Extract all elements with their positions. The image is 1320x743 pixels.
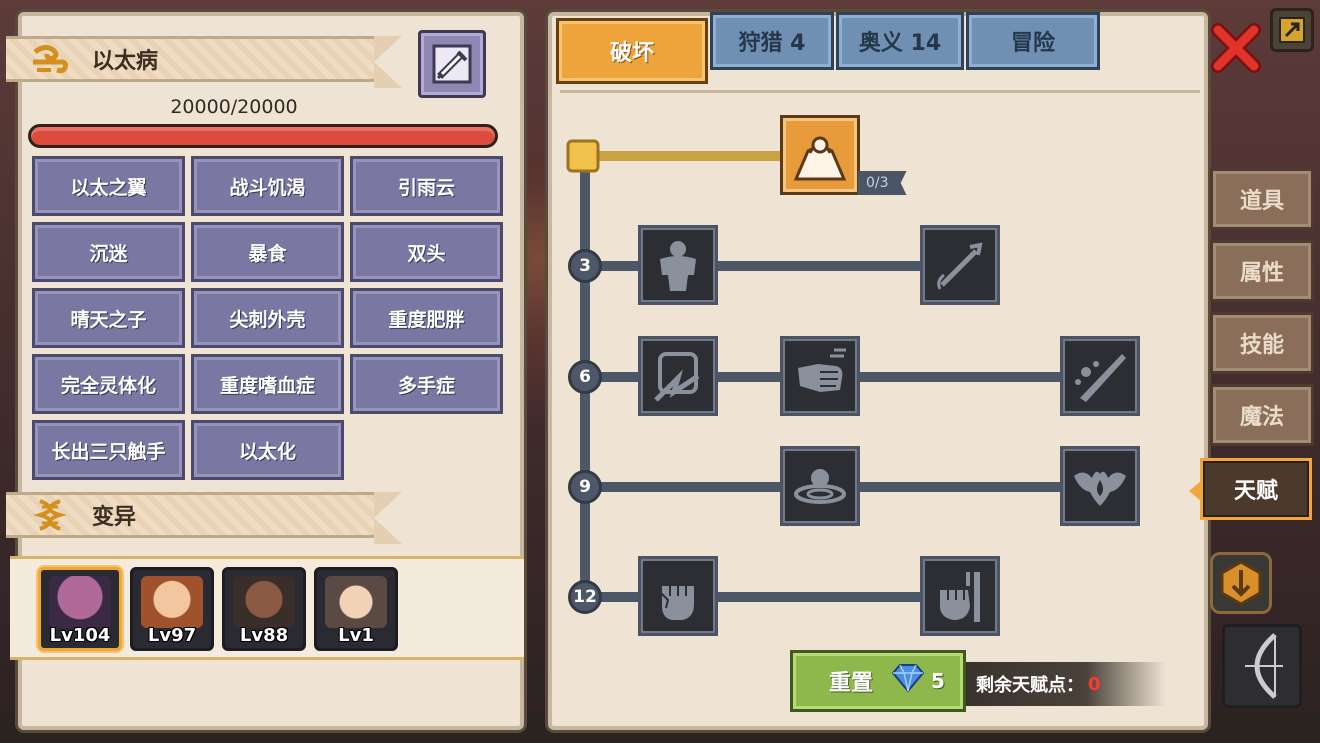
trait-button[interactable]: 引雨云 bbox=[350, 156, 503, 216]
tier-label: 6 bbox=[568, 360, 602, 394]
mutation-title-ribbon: 变异 bbox=[6, 492, 402, 544]
hero-avatar bbox=[233, 576, 295, 628]
hero-level: Lv97 bbox=[147, 625, 197, 646]
hero-portrait[interactable]: Lv104 bbox=[38, 567, 122, 651]
trait-button[interactable]: 重度嗜血症 bbox=[191, 354, 344, 414]
remaining-points-label: 剩余天赋点： bbox=[976, 675, 1084, 696]
disease-hp-text: 20000/20000 bbox=[170, 96, 298, 118]
trait-button[interactable]: 以太化 bbox=[191, 420, 344, 480]
tab-hunting[interactable]: 狩猎 4 bbox=[710, 12, 834, 70]
talent-node-blade-splash[interactable] bbox=[1060, 336, 1140, 416]
talent-node-bat-drop[interactable] bbox=[1060, 446, 1140, 526]
trait-button[interactable]: 完全灵体化 bbox=[32, 354, 185, 414]
hero-level: Lv88 bbox=[239, 625, 289, 646]
diamond-icon bbox=[891, 663, 925, 699]
hero-avatar bbox=[325, 576, 387, 628]
hero-avatar bbox=[49, 576, 111, 628]
hero-portrait[interactable]: Lv88 bbox=[222, 567, 306, 651]
tab-destruction[interactable]: 破坏 bbox=[556, 18, 708, 84]
trait-button[interactable]: 沉迷 bbox=[32, 222, 185, 282]
hero-portrait[interactable]: Lv97 bbox=[130, 567, 214, 651]
arm-wrestle-icon bbox=[793, 136, 847, 181]
tier-label: 3 bbox=[568, 249, 602, 283]
tier-label: 12 bbox=[568, 580, 602, 614]
mutation-hero-list: Lv104 Lv97 Lv88 Lv1 bbox=[10, 556, 524, 660]
reset-label: 重置 bbox=[829, 671, 874, 696]
hero-avatar bbox=[141, 576, 203, 628]
hero-level: Lv1 bbox=[338, 625, 374, 646]
side-menu-attributes[interactable]: 属性 bbox=[1210, 240, 1314, 302]
close-button[interactable] bbox=[1208, 20, 1264, 76]
close-icon bbox=[1211, 23, 1261, 73]
talent-node-arrow[interactable] bbox=[920, 225, 1000, 305]
map-icon bbox=[1279, 17, 1305, 43]
trait-button[interactable]: 暴食 bbox=[191, 222, 344, 282]
syringe-button[interactable] bbox=[418, 30, 486, 98]
talent-node-power-fist[interactable] bbox=[920, 556, 1000, 636]
disease-hp-fill bbox=[31, 127, 495, 145]
shield-break-icon bbox=[654, 352, 700, 402]
blade-splash-icon bbox=[1075, 354, 1126, 402]
trait-button[interactable]: 重度肥胖 bbox=[350, 288, 503, 348]
talent-node-counter: 0/3 bbox=[858, 171, 907, 195]
talent-node-arm-wrestle[interactable] bbox=[780, 115, 860, 195]
hero-portrait[interactable]: Lv1 bbox=[314, 567, 398, 651]
reset-talents-button[interactable]: 重置 5 bbox=[790, 650, 966, 712]
trait-button[interactable]: 双头 bbox=[350, 222, 503, 282]
arrow-icon bbox=[937, 242, 983, 290]
trait-grid: 以太之翼 战斗饥渴 引雨云 沉迷 暴食 双头 晴天之子 尖刺外壳 重度肥胖 完全… bbox=[32, 156, 504, 480]
talent-node-punch[interactable] bbox=[780, 336, 860, 416]
remaining-points-value: 0 bbox=[1088, 673, 1101, 695]
disease-title: 以太病 bbox=[92, 49, 159, 74]
reset-cost: 5 bbox=[931, 669, 945, 693]
arrow-down-emblem-icon bbox=[1220, 560, 1262, 606]
side-menu-talent[interactable]: 天赋 bbox=[1189, 458, 1312, 520]
power-fist-icon bbox=[940, 572, 980, 622]
map-button[interactable] bbox=[1270, 8, 1314, 52]
side-menu-items[interactable]: 道具 bbox=[1210, 168, 1314, 230]
bat-blood-icon bbox=[1074, 471, 1126, 506]
dna-helix-icon bbox=[30, 495, 70, 535]
punch-fist-icon bbox=[798, 348, 846, 392]
talent-node-fist[interactable] bbox=[638, 556, 718, 636]
trait-button[interactable]: 战斗饥渴 bbox=[191, 156, 344, 216]
trait-button[interactable]: 长出三只触手 bbox=[32, 420, 185, 480]
raised-fist-icon bbox=[659, 586, 694, 620]
skill-shortcut-button[interactable] bbox=[1210, 552, 1272, 614]
muscle-body-icon bbox=[660, 241, 696, 291]
ether-wind-icon bbox=[30, 39, 70, 79]
syringe-icon bbox=[432, 44, 472, 84]
remaining-talent-points: 剩余天赋点： 0 bbox=[966, 662, 1166, 706]
side-menu-skills[interactable]: 技能 bbox=[1210, 312, 1314, 374]
tier-label: 9 bbox=[568, 470, 602, 504]
trait-button[interactable]: 尖刺外壳 bbox=[191, 288, 344, 348]
talent-node-shield-break[interactable] bbox=[638, 336, 718, 416]
hero-level: Lv104 bbox=[49, 625, 111, 646]
mutation-title: 变异 bbox=[92, 505, 137, 530]
trait-button[interactable]: 多手症 bbox=[350, 354, 503, 414]
tab-adventure[interactable]: 冒险 bbox=[966, 12, 1100, 70]
weapon-slot[interactable] bbox=[1222, 624, 1302, 708]
disease-title-ribbon: 以太病 bbox=[6, 36, 402, 88]
talent-tree: 0/3 3 6 9 12 bbox=[560, 90, 1200, 720]
side-menu-magic[interactable]: 魔法 bbox=[1210, 384, 1314, 446]
trait-button[interactable]: 以太之翼 bbox=[32, 156, 185, 216]
tab-mystery[interactable]: 奥义 14 bbox=[836, 12, 964, 70]
shockwave-icon bbox=[794, 469, 846, 504]
disease-hp-bar bbox=[28, 124, 498, 148]
talent-node-giant[interactable] bbox=[638, 225, 718, 305]
bow-icon bbox=[1245, 633, 1283, 699]
trait-button[interactable]: 晴天之子 bbox=[32, 288, 185, 348]
talent-node-shockwave[interactable] bbox=[780, 446, 860, 526]
